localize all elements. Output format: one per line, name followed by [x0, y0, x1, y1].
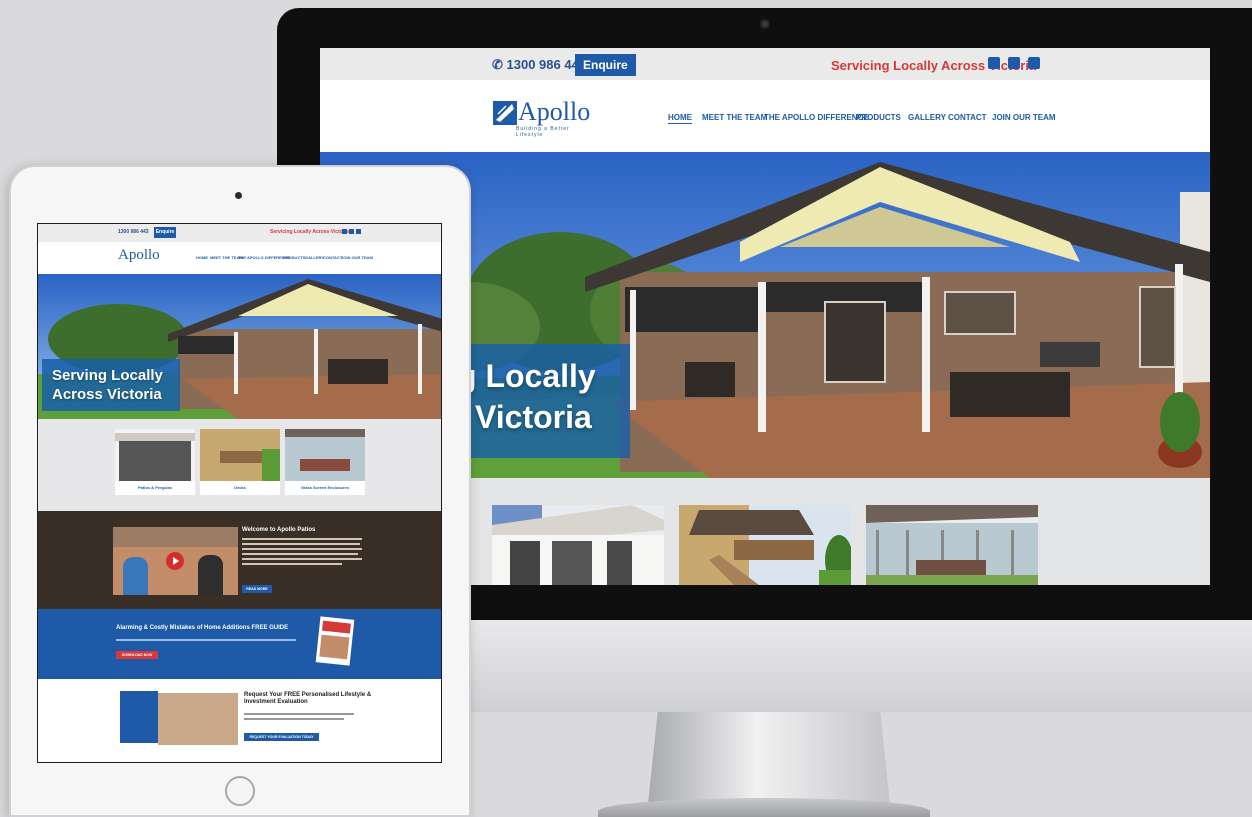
phone-number[interactable]: ✆ 1300 986 443: [492, 57, 586, 73]
request-evaluation-button[interactable]: REQUEST YOUR EVALUATION TODAY: [244, 733, 319, 741]
linkedin-icon[interactable]: [356, 229, 361, 234]
tablet-screen: 1300 986 443 Enquire Servicing Locally A…: [37, 223, 442, 763]
apollo-logo[interactable]: Apollo Building a Better Lifestyle: [492, 96, 598, 138]
enquire-button[interactable]: Enquire: [154, 227, 176, 238]
welcome-video[interactable]: [113, 527, 238, 595]
product-label: Decks: [234, 485, 246, 490]
leaf-icon: [493, 101, 517, 125]
tablet-hero: Serving Locally Across Victoria: [38, 274, 441, 419]
product-image: [285, 429, 365, 481]
product-card[interactable]: Decks: [200, 429, 280, 495]
instagram-icon[interactable]: [349, 229, 354, 234]
download-guide-button[interactable]: DOWNLOAD NOW: [116, 651, 158, 659]
servicing-tagline: Servicing Locally Across Victoria: [270, 229, 349, 235]
nav-meet-the-team[interactable]: MEET THE TEAM: [702, 113, 767, 122]
hero-line-1: g Locally: [457, 358, 596, 394]
product-thumbnail[interactable]: [679, 505, 851, 585]
hero-text-panel: g Locally Victoria: [457, 344, 630, 458]
product-thumbnail[interactable]: [492, 505, 664, 585]
phone-number[interactable]: 1300 986 443: [118, 229, 149, 235]
glass-enclosure-photo: [866, 505, 1038, 585]
product-label: Patios & Pergolas: [137, 485, 172, 490]
nav-gallery[interactable]: GALLERY: [908, 113, 946, 122]
logo-tagline: Building a Better Lifestyle: [516, 126, 570, 138]
instagram-icon[interactable]: [1008, 57, 1020, 69]
apollo-logo[interactable]: Apollo: [118, 247, 160, 264]
read-more-button[interactable]: READ MORE: [242, 585, 272, 593]
evaluation-brochure-image: [120, 691, 158, 743]
product-image: [200, 429, 280, 481]
product-label: Glass Screen Enclosures: [300, 485, 350, 490]
hero-line-2: Victoria: [475, 399, 592, 435]
imac-stand: [648, 712, 890, 804]
hero-text-panel: Serving Locally Across Victoria: [42, 359, 180, 411]
camera-icon: [235, 192, 242, 199]
hero-line-1: Serving Locally: [52, 367, 163, 384]
nav-contact[interactable]: CONTACT: [323, 255, 342, 260]
enquire-button[interactable]: Enquire: [575, 54, 636, 76]
facebook-icon[interactable]: [342, 229, 347, 234]
camera-icon: [760, 19, 770, 29]
evaluation-title: Request Your FREE Personalised Lifestyle…: [244, 692, 372, 705]
nav-join-our-team[interactable]: JOIN OUR TEAM: [992, 113, 1056, 122]
servicing-tagline: Servicing Locally Across Victoria: [831, 58, 1037, 73]
phone-icon: ✆: [492, 57, 507, 72]
patio-enclosure-photo: [492, 505, 664, 585]
hero-line-2: Across Victoria: [52, 386, 162, 403]
guide-title: Alarming & Costly Mistakes of Home Addit…: [116, 625, 289, 631]
guide-book-image: [315, 616, 355, 666]
desktop-topbar: ✆ 1300 986 443 Enquire Servicing Locally…: [320, 48, 1210, 80]
desktop-navbar: Apollo Building a Better Lifestyle HOME …: [320, 80, 1210, 152]
couple-photo: [158, 693, 238, 745]
evaluation-section: Request Your FREE Personalised Lifestyle…: [38, 679, 441, 762]
welcome-title: Welcome to Apollo Patios: [242, 527, 316, 533]
linkedin-icon[interactable]: [1028, 57, 1040, 69]
free-guide-section: Alarming & Costly Mistakes of Home Addit…: [38, 609, 441, 679]
home-button[interactable]: [225, 776, 255, 806]
product-card[interactable]: Patios & Pergolas: [115, 429, 195, 495]
nav-gallery[interactable]: GALLERY: [305, 255, 324, 260]
nav-apollo-difference[interactable]: THE APOLLO DIFFERENCE: [764, 113, 869, 122]
product-image: [115, 429, 195, 481]
product-card[interactable]: Glass Screen Enclosures: [285, 429, 365, 495]
nav-join-our-team[interactable]: JOIN OUR TEAM: [341, 255, 373, 260]
nav-products[interactable]: PRODUCTS: [856, 113, 901, 122]
nav-home[interactable]: HOME: [196, 255, 208, 260]
tablet-topbar: 1300 986 443 Enquire Servicing Locally A…: [38, 224, 441, 242]
nav-contact[interactable]: CONTACT: [948, 113, 987, 122]
nav-products[interactable]: PRODUCTS: [283, 255, 305, 260]
product-thumbnail[interactable]: [866, 505, 1038, 585]
facebook-icon[interactable]: [988, 57, 1000, 69]
welcome-section: Welcome to Apollo Patios READ MORE: [38, 511, 441, 609]
tablet-products: Patios & Pergolas Decks Glass Screen Enc…: [38, 419, 441, 511]
logo-name: Apollo: [518, 97, 591, 126]
play-icon[interactable]: [166, 552, 184, 570]
imac-foot: [598, 798, 930, 817]
tablet-navbar: Apollo HOME MEET THE TEAM THE APOLLO DIF…: [38, 242, 441, 274]
nav-home[interactable]: HOME: [668, 113, 692, 124]
deck-photo: [679, 505, 851, 585]
